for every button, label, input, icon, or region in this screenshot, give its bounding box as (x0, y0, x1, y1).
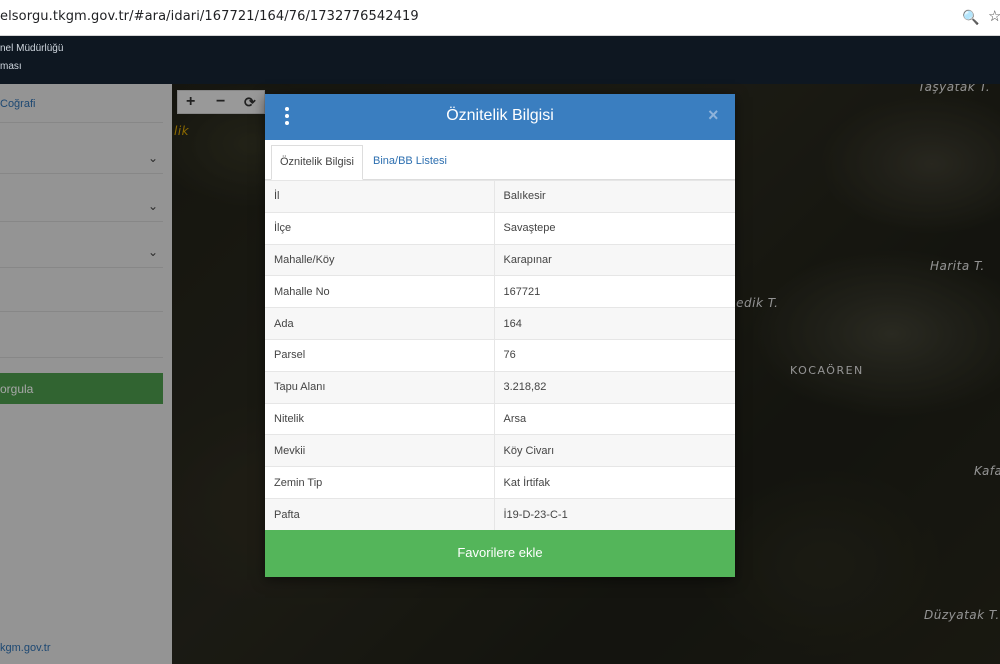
close-icon[interactable]: × (708, 105, 719, 126)
attribute-table: İl Balıkesir İlçe Savaştepe Mahalle/Köy Kar… (265, 180, 735, 531)
row-value: 167721 (494, 275, 735, 308)
table-row: İlçe Savaştepe (265, 211, 735, 245)
table-row: Tapu Alanı 3.218,82 (265, 370, 735, 404)
row-key: Tapu Alanı (265, 370, 495, 404)
table-row: Mevkii Köy Civarı (265, 434, 735, 467)
row-key: Ada (265, 307, 495, 340)
add-to-favorites-button[interactable]: Favorilere ekle (265, 530, 735, 577)
url-field[interactable]: elsorgu.tkgm.gov.tr/#ara/idari/167721/16… (0, 9, 419, 24)
row-key: Mahalle/Köy (265, 243, 495, 276)
table-row: Zemin Tip Kat İrtifak (265, 466, 735, 499)
row-value: Köy Civarı (494, 434, 735, 467)
header-title-line1: nel Müdürlüğü (0, 43, 64, 54)
row-key: Mahalle No (265, 275, 495, 308)
attribute-modal: Öznitelik Bilgisi × Öznitelik Bilgisi Bi… (265, 94, 735, 577)
modal-tabs: Öznitelik Bilgisi Bina/BB Listesi (265, 140, 735, 180)
row-value: Savaştepe (494, 211, 735, 245)
modal-title: Öznitelik Bilgisi (446, 107, 554, 124)
row-value: Arsa (494, 402, 735, 435)
table-row: İl Balıkesir (265, 180, 735, 213)
bookmark-star-icon[interactable]: ☆ (988, 7, 1000, 25)
row-key: Parsel (265, 338, 495, 372)
row-key: İl (265, 180, 495, 213)
table-row: Mahalle No 167721 (265, 275, 735, 308)
zoom-icon[interactable]: 🔍 (962, 9, 979, 26)
table-row: Ada 164 (265, 307, 735, 340)
row-key: Pafta (265, 497, 495, 531)
row-value: Balıkesir (494, 180, 735, 213)
modal-header: Öznitelik Bilgisi × (265, 94, 735, 140)
row-key: İlçe (265, 211, 495, 245)
row-value: 3.218,82 (494, 370, 735, 404)
row-key: Nitelik (265, 402, 495, 435)
tab-oznitelik-bilgisi[interactable]: Öznitelik Bilgisi (271, 145, 363, 180)
row-value: Karapınar (494, 243, 735, 276)
app-header: nel Müdürlüğü ması (0, 36, 1000, 84)
row-key: Zemin Tip (265, 466, 495, 499)
row-value: Kat İrtifak (494, 466, 735, 499)
row-key: Mevkii (265, 434, 495, 467)
header-title-line2: ması (0, 61, 22, 72)
row-value: 76 (494, 338, 735, 372)
table-row: Parsel 76 (265, 338, 735, 372)
tab-bina-bb-listesi[interactable]: Bina/BB Listesi (365, 145, 455, 180)
table-row: Nitelik Arsa (265, 402, 735, 435)
table-row: Pafta İ19-D-23-C-1 (265, 497, 735, 531)
browser-address-bar: elsorgu.tkgm.gov.tr/#ara/idari/167721/16… (0, 0, 1000, 36)
row-value: 164 (494, 307, 735, 340)
table-row: Mahalle/Köy Karapınar (265, 243, 735, 276)
row-value: İ19-D-23-C-1 (494, 497, 735, 531)
